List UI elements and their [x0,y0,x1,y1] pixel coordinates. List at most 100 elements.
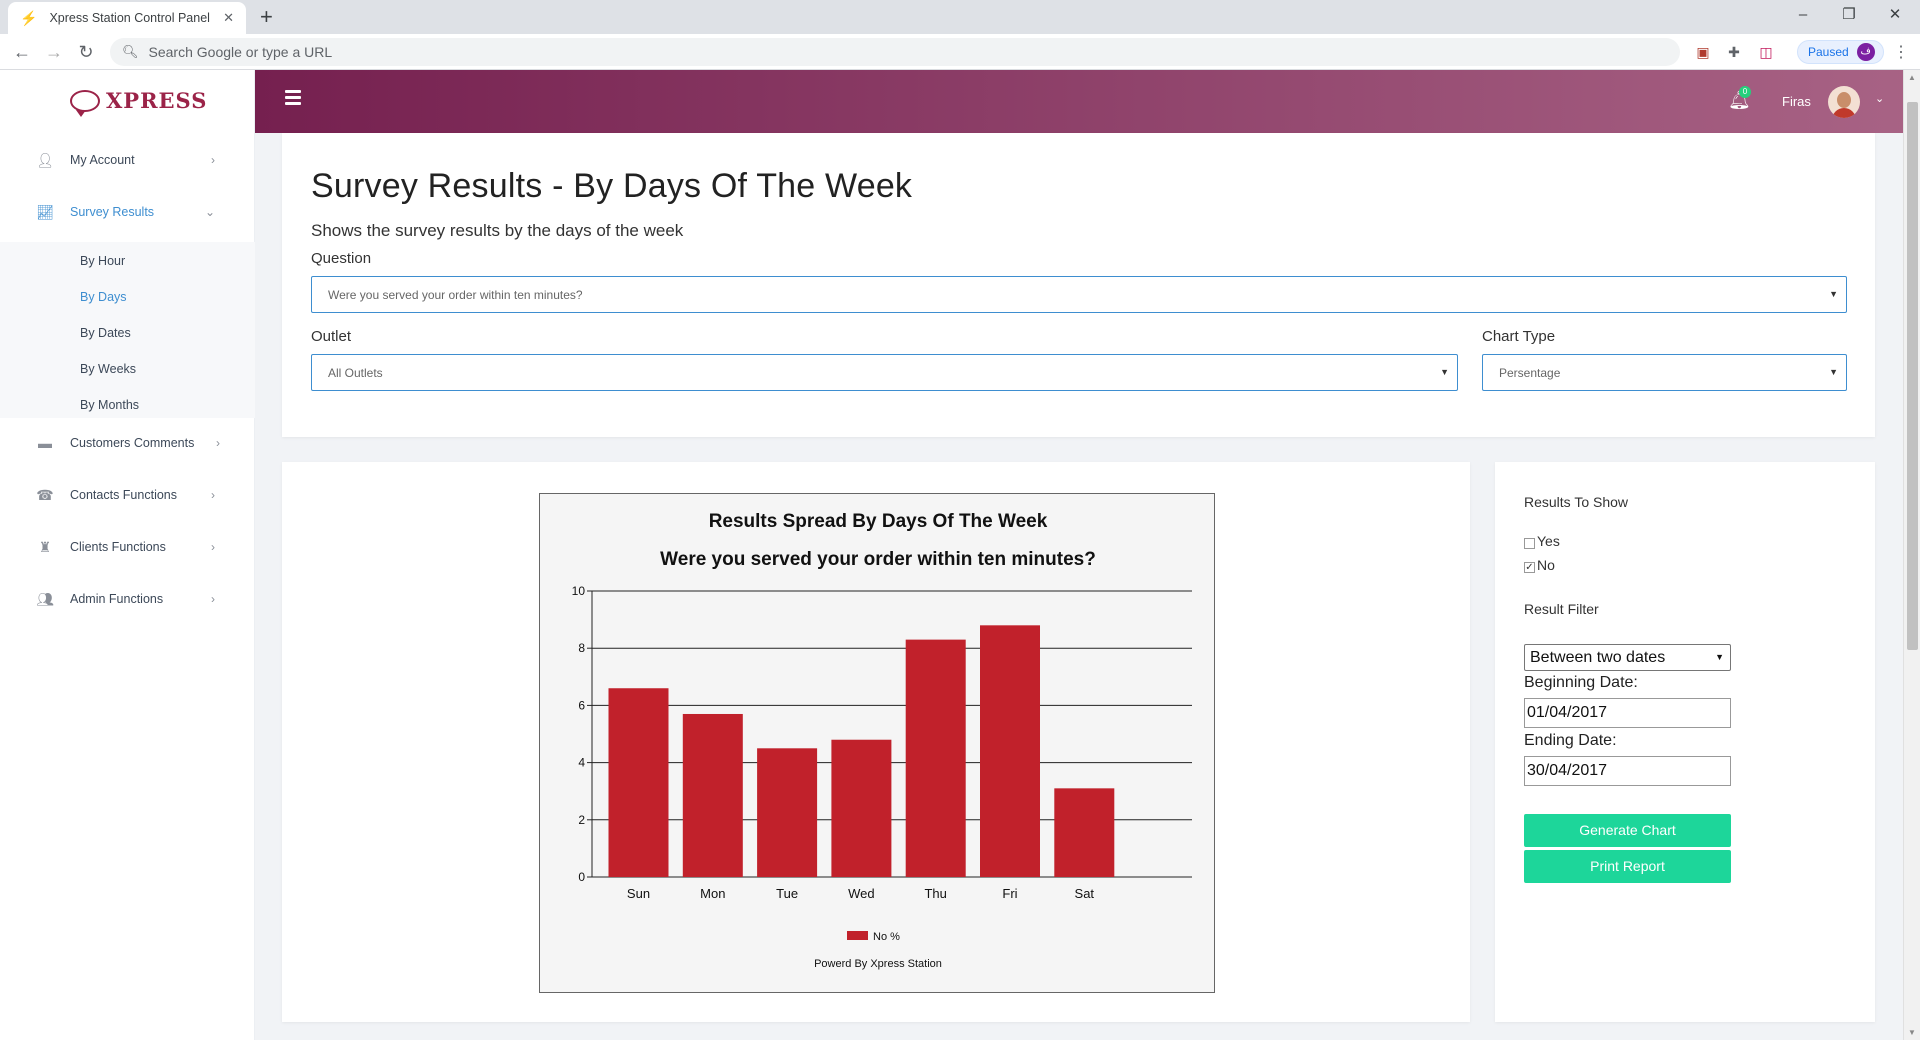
chart-footer: Powerd By Xpress Station [814,958,942,970]
browser-tab[interactable]: ⚡ Xpress Station Control Panel ✕ [8,2,246,34]
ending-date-label: Ending Date: [1524,732,1617,749]
page-subtitle: Shows the survey results by the days of … [311,221,684,240]
new-tab-icon[interactable]: + [260,5,273,29]
close-window-icon[interactable]: ✕ [1872,4,1918,26]
y-tick-label: 10 [572,584,586,598]
caret-down-icon: ▼ [1829,289,1838,299]
submenu-item-by-days[interactable]: By Days [80,290,127,304]
address-bar[interactable]: 🔍︎ Search Google or type a URL [110,38,1680,66]
chevron-right-icon: › [211,540,215,554]
extensions-puzzle-icon[interactable]: ✚ [1725,43,1743,61]
chart-bar [905,639,966,877]
pdf-extension-icon[interactable]: ▣ [1694,43,1712,61]
back-arrow-icon[interactable]: ← [10,40,34,64]
y-tick-label: 2 [578,813,585,827]
chart-frame: Results Spread By Days Of The Week Were … [539,493,1215,993]
yes-checkbox-row[interactable]: Yes [1524,533,1560,549]
x-tick-label: Mon [700,886,725,901]
sidebar-item-customers-comments[interactable]: ▬ Customers Comments › [0,418,255,468]
sidebar-item-label: Survey Results [70,205,155,219]
submenu-item-by-months[interactable]: By Months [80,398,139,412]
sidebar-item-clients-functions[interactable]: ♜ Clients Functions › [0,522,255,572]
scroll-down-icon[interactable]: ▼ [1908,1028,1916,1037]
chart-type-selected-value: Persentage [1499,365,1561,380]
x-tick-label: Thu [924,886,946,901]
scroll-up-icon[interactable]: ▲ [1908,73,1916,82]
ending-date-input[interactable]: 30/04/2017 [1524,756,1731,786]
chevron-right-icon: › [211,592,215,606]
question-selected-value: Were you served your order within ten mi… [328,287,583,302]
pocket-extension-icon[interactable]: ◫ [1757,43,1775,61]
chart-bar [608,688,669,877]
no-label: No [1537,557,1555,573]
avatar[interactable] [1828,86,1860,118]
chevron-right-icon: › [216,436,220,450]
question-label: Question [311,250,372,267]
bar-chart: Results Spread By Days Of The Week Were … [572,511,1192,970]
profile-button[interactable]: Paused ف [1797,40,1884,64]
y-tick-label: 0 [578,870,585,884]
legend-label: No % [873,931,900,943]
submenu-item-by-hour[interactable]: By Hour [80,254,125,268]
chevron-down-icon: ⌄ [204,205,215,219]
page-scrollbar[interactable]: ▲ ▼ [1903,70,1920,1040]
chart-type-select[interactable]: Persentage ▼ [1482,354,1847,391]
sidebar-item-label: Contacts Functions [70,488,177,502]
chart-type-label: Chart Type [1482,328,1556,345]
search-icon: 🔍︎ [122,44,139,59]
user-cog-icon: 👥︎ [36,590,54,607]
chart-bar [1054,788,1115,877]
sidebar-item-label: Admin Functions [70,592,164,606]
chart-icon: 📈︎ [36,203,54,220]
hamburger-menu-icon[interactable] [285,90,301,108]
tab-title: Xpress Station Control Panel [49,11,210,25]
brand-name: XPRESS [106,88,208,113]
chess-rook-icon: ♜ [38,538,52,555]
speech-bubble-icon [70,89,100,117]
phone-icon: ☎ [36,486,54,503]
reload-icon[interactable]: ↻ [74,40,98,64]
caret-down-icon: ▼ [1715,652,1724,662]
yes-checkbox[interactable] [1524,537,1535,549]
scrollbar-thumb[interactable] [1907,102,1918,650]
outlet-select[interactable]: All Outlets ▼ [311,354,1458,391]
chevron-right-icon: › [211,488,215,502]
question-select[interactable]: Were you served your order within ten mi… [311,276,1847,313]
outlet-label: Outlet [311,328,352,345]
chart-bar [682,713,743,877]
sidebar-item-my-account[interactable]: 👤︎ My Account › [0,135,255,185]
browser-tab-strip: ⚡ Xpress Station Control Panel ✕ + – ❐ ✕ [0,0,1920,34]
brand-logo[interactable]: XPRESS [70,88,208,117]
comment-icon: ▬ [38,435,52,451]
y-tick-label: 4 [578,756,585,770]
forward-arrow-icon[interactable]: → [42,40,66,64]
print-report-button[interactable]: Print Report [1524,850,1731,883]
submenu-item-by-dates[interactable]: By Dates [80,326,131,340]
no-checkbox[interactable]: ✓ [1524,561,1535,573]
user-name[interactable]: Firas [1782,94,1811,109]
browser-menu-icon[interactable]: ⋮ [1893,42,1909,62]
outlet-selected-value: All Outlets [328,365,383,380]
generate-chart-button[interactable]: Generate Chart [1524,814,1731,847]
close-tab-icon[interactable]: ✕ [223,10,234,26]
chevron-down-icon[interactable]: ⌄ [1875,92,1884,105]
sidebar-item-label: My Account [70,153,135,167]
chart-subtitle: Were you served your order within ten mi… [660,549,1096,570]
sidebar-item-admin-functions[interactable]: 👥︎ Admin Functions › [0,574,255,624]
result-filter-select[interactable]: Between two dates ▼ [1524,644,1731,671]
beginning-date-input[interactable]: 01/04/2017 [1524,698,1731,728]
beginning-date-value: 01/04/2017 [1527,704,1608,721]
user-icon: 👤︎ [36,151,54,168]
chart-card: Results Spread By Days Of The Week Were … [282,462,1470,1022]
no-checkbox-row[interactable]: ✓ No [1524,557,1555,573]
sidebar-item-contacts-functions[interactable]: ☎ Contacts Functions › [0,470,255,520]
minimize-icon[interactable]: – [1780,4,1826,26]
restore-icon[interactable]: ❐ [1826,4,1872,26]
x-tick-label: Fri [1002,886,1017,901]
caret-down-icon: ▼ [1440,367,1449,377]
sidebar-item-survey-results[interactable]: 📈︎ Survey Results ⌄ [0,187,255,237]
chart-bar [980,625,1040,877]
submenu-item-by-weeks[interactable]: By Weeks [80,362,136,376]
favicon-bolt-icon: ⚡ [20,9,38,26]
chart-bar [831,739,892,877]
